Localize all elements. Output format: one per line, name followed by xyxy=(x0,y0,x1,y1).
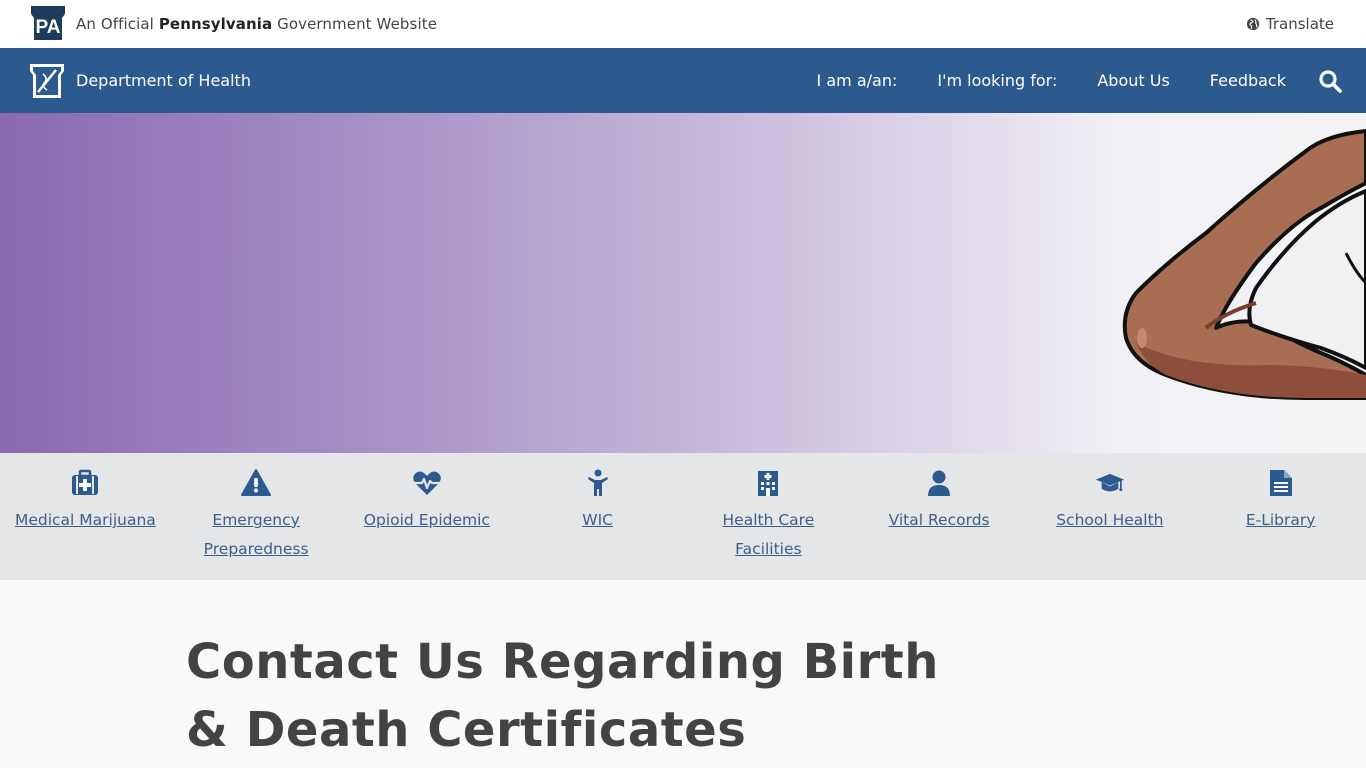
person-icon xyxy=(924,468,954,498)
quick-link-label[interactable]: Health Care Facilities xyxy=(693,506,843,564)
heartbeat-icon xyxy=(412,468,442,498)
official-website-text: An Official Pennsylvania Government Webs… xyxy=(76,15,437,33)
quick-link-wic[interactable]: WIC xyxy=(512,453,683,580)
quick-link-label[interactable]: Emergency Preparedness xyxy=(181,506,331,564)
official-suffix: Government Website xyxy=(272,15,438,33)
official-website-bar: PA An Official Pennsylvania Government W… xyxy=(0,0,1366,48)
hero-arm-illustration xyxy=(1122,129,1366,400)
nav-i-am[interactable]: I am a/an: xyxy=(817,71,898,90)
main-nav-links: I am a/an: I'm looking for: About Us Fee… xyxy=(777,48,1342,113)
quick-links-bar: Medical Marijuana Emergency Preparedness… xyxy=(0,453,1366,580)
department-logo[interactable] xyxy=(28,62,66,100)
quick-link-vital-records[interactable]: Vital Records xyxy=(854,453,1025,580)
graduation-cap-icon xyxy=(1095,468,1125,498)
quick-link-opioid-epidemic[interactable]: Opioid Epidemic xyxy=(342,453,513,580)
department-nav: Department of Health I am a/an: I'm look… xyxy=(0,48,1366,113)
quick-link-label[interactable]: E-Library xyxy=(1246,506,1316,535)
page-title: Contact Us Regarding Birth & Death Certi… xyxy=(186,634,939,758)
svg-text:PA: PA xyxy=(36,17,61,38)
quick-link-label[interactable]: Opioid Epidemic xyxy=(364,506,490,535)
translate-label: Translate xyxy=(1265,15,1334,33)
globe-icon xyxy=(1246,17,1260,31)
quick-link-label[interactable]: WIC xyxy=(582,506,613,535)
main-content: Contact Us Regarding Birth & Death Certi… xyxy=(0,580,1366,764)
nav-looking-for[interactable]: I'm looking for: xyxy=(937,71,1057,90)
search-icon[interactable] xyxy=(1318,69,1342,93)
hospital-icon xyxy=(753,468,783,498)
official-prefix: An Official xyxy=(76,15,159,33)
document-icon xyxy=(1266,468,1296,498)
medical-kit-icon xyxy=(70,468,100,498)
quick-link-school-health[interactable]: School Health xyxy=(1025,453,1196,580)
child-icon xyxy=(583,468,613,498)
quick-link-label[interactable]: School Health xyxy=(1056,506,1163,535)
quick-link-health-care-facilities[interactable]: Health Care Facilities xyxy=(683,453,854,580)
nav-feedback[interactable]: Feedback xyxy=(1210,71,1286,90)
pa-keystone-logo[interactable]: PA xyxy=(28,4,68,44)
quick-link-emergency-preparedness[interactable]: Emergency Preparedness xyxy=(171,453,342,580)
quick-link-e-library[interactable]: E-Library xyxy=(1195,453,1366,580)
quick-link-label[interactable]: Vital Records xyxy=(889,506,990,535)
quick-link-medical-marijuana[interactable]: Medical Marijuana xyxy=(0,453,171,580)
department-name[interactable]: Department of Health xyxy=(76,71,251,90)
hero-banner xyxy=(0,113,1366,453)
nav-about-us[interactable]: About Us xyxy=(1097,71,1169,90)
official-state: Pennsylvania xyxy=(158,15,273,33)
quick-link-label[interactable]: Medical Marijuana xyxy=(15,506,156,535)
translate-button[interactable]: Translate xyxy=(1246,0,1334,48)
warning-icon xyxy=(241,468,272,498)
